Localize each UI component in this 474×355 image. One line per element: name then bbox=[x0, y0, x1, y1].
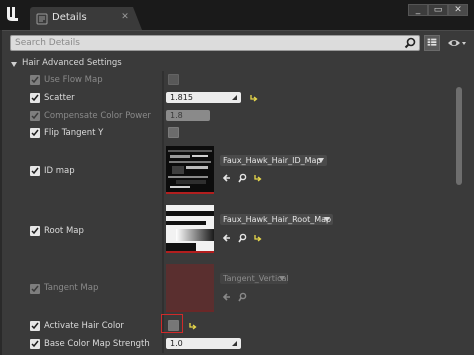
search-row bbox=[8, 35, 468, 51]
asset-name: Faux_Hawk_Hair_ID_Map bbox=[223, 156, 322, 165]
tangent-map-asset-picker[interactable]: Tangent_Vertical bbox=[220, 273, 289, 284]
scatter-value: 1.815 bbox=[170, 93, 193, 102]
asset-tools bbox=[222, 173, 272, 183]
property-label: Compensate Color Power bbox=[44, 111, 151, 121]
tangent-map-thumbnail[interactable] bbox=[166, 264, 214, 312]
tab-details[interactable]: Details ✕ bbox=[30, 7, 142, 30]
window-controls: _ ▭ ✕ bbox=[408, 4, 468, 16]
asset-tools bbox=[222, 233, 272, 243]
drag-grip-icon bbox=[232, 95, 237, 100]
id-map-asset-picker[interactable]: Faux_Hawk_Hair_ID_Map bbox=[220, 155, 327, 166]
details-icon bbox=[36, 13, 48, 25]
base-color-map-strength-value: 1.0 bbox=[170, 339, 183, 348]
use-selected-asset-icon[interactable] bbox=[222, 173, 231, 183]
category-hair-advanced-settings[interactable]: Hair Advanced Settings bbox=[8, 57, 460, 71]
property-row-activate-hair-color: Activate Hair Color bbox=[8, 317, 460, 335]
property-label: Use Flow Map bbox=[44, 75, 103, 85]
property-label: Flip Tangent Y bbox=[44, 128, 104, 138]
root-map-asset-picker[interactable]: Faux_Hawk_Hair_Root_Map bbox=[220, 214, 333, 225]
reset-to-default-icon[interactable] bbox=[249, 93, 258, 102]
override-checkbox[interactable] bbox=[30, 111, 40, 121]
reset-to-default-icon[interactable] bbox=[253, 173, 262, 183]
override-checkbox[interactable] bbox=[30, 226, 40, 236]
asset-name: Faux_Hawk_Hair_Root_Map bbox=[223, 215, 332, 224]
property-label: Root Map bbox=[44, 226, 84, 236]
property-row-use-flow-map: Use Flow Map bbox=[8, 71, 460, 89]
root-map-thumbnail[interactable] bbox=[166, 205, 214, 253]
flip-tangent-y-checkbox[interactable] bbox=[168, 127, 179, 138]
override-checkbox[interactable] bbox=[30, 339, 40, 349]
override-checkbox[interactable] bbox=[30, 128, 40, 138]
search-icon[interactable] bbox=[404, 37, 416, 49]
id-map-thumbnail[interactable] bbox=[166, 146, 214, 194]
title-bar: Details ✕ _ ▭ ✕ bbox=[0, 0, 474, 30]
property-row-flip-tangent-y: Flip Tangent Y bbox=[8, 124, 460, 141]
reset-to-default-icon[interactable] bbox=[253, 233, 262, 243]
reset-to-default-icon[interactable] bbox=[188, 321, 197, 330]
property-label: Base Color Map Strength bbox=[44, 339, 150, 349]
property-label: Scatter bbox=[44, 93, 75, 103]
tab-title: Details bbox=[52, 12, 87, 23]
expand-arrow-icon[interactable] bbox=[10, 60, 18, 68]
thumbnail-type-bar bbox=[166, 310, 214, 312]
property-label: Activate Hair Color bbox=[44, 321, 124, 331]
view-options-button[interactable] bbox=[446, 35, 468, 51]
search-input[interactable] bbox=[10, 35, 420, 51]
asset-tools bbox=[222, 292, 272, 302]
scatter-input[interactable]: 1.815 bbox=[166, 92, 241, 103]
compensate-color-power-input[interactable]: 1.8 bbox=[166, 110, 210, 121]
unreal-logo-icon bbox=[4, 4, 22, 24]
property-row-id-map: ID map Faux_Hawk_Hair_ID_Map bbox=[8, 141, 460, 200]
browse-asset-icon[interactable] bbox=[238, 173, 247, 183]
property-row-scatter: Scatter 1.815 bbox=[8, 89, 460, 107]
override-checkbox[interactable] bbox=[30, 75, 40, 85]
property-matrix-button[interactable] bbox=[424, 35, 440, 51]
dropdown-arrow-icon bbox=[279, 276, 285, 281]
category-label: Hair Advanced Settings bbox=[22, 58, 122, 68]
thumbnail-type-bar bbox=[166, 251, 214, 253]
grid-icon bbox=[427, 38, 437, 46]
highlight-annotation-box bbox=[161, 314, 183, 333]
override-checkbox[interactable] bbox=[30, 284, 40, 294]
property-row-base-color-map-strength: Base Color Map Strength 1.0 bbox=[8, 335, 460, 353]
override-checkbox[interactable] bbox=[30, 166, 40, 176]
close-window-button[interactable]: ✕ bbox=[448, 4, 468, 16]
base-color-map-strength-input[interactable]: 1.0 bbox=[166, 338, 241, 349]
browse-asset-icon[interactable] bbox=[238, 233, 247, 243]
minimize-button[interactable]: _ bbox=[408, 4, 428, 16]
property-row-compensate-color-power: Compensate Color Power 1.8 bbox=[8, 107, 460, 124]
property-label: Tangent Map bbox=[44, 283, 99, 293]
browse-asset-icon[interactable] bbox=[238, 292, 247, 302]
drag-grip-icon bbox=[232, 341, 237, 346]
use-flow-map-checkbox[interactable] bbox=[168, 74, 179, 85]
maximize-button[interactable]: ▭ bbox=[428, 4, 448, 16]
property-row-tangent-map: Tangent Map Tangent_Vertical bbox=[8, 259, 460, 317]
override-checkbox[interactable] bbox=[30, 321, 40, 331]
thumbnail-type-bar bbox=[166, 192, 214, 194]
property-label: ID map bbox=[44, 166, 75, 176]
override-checkbox[interactable] bbox=[30, 93, 40, 103]
use-selected-asset-icon[interactable] bbox=[222, 233, 231, 243]
property-row-root-map: Root Map Faux_Hawk_Hair_Root_Map bbox=[8, 200, 460, 259]
use-selected-asset-icon[interactable] bbox=[222, 292, 231, 302]
dropdown-arrow-icon bbox=[324, 217, 330, 222]
eye-icon bbox=[448, 40, 466, 46]
dropdown-arrow-icon bbox=[318, 158, 324, 163]
details-panel: Hair Advanced Settings Use Flow Map Scat… bbox=[2, 30, 474, 355]
close-tab-icon[interactable]: ✕ bbox=[120, 12, 130, 22]
compensate-color-power-value: 1.8 bbox=[170, 111, 183, 120]
